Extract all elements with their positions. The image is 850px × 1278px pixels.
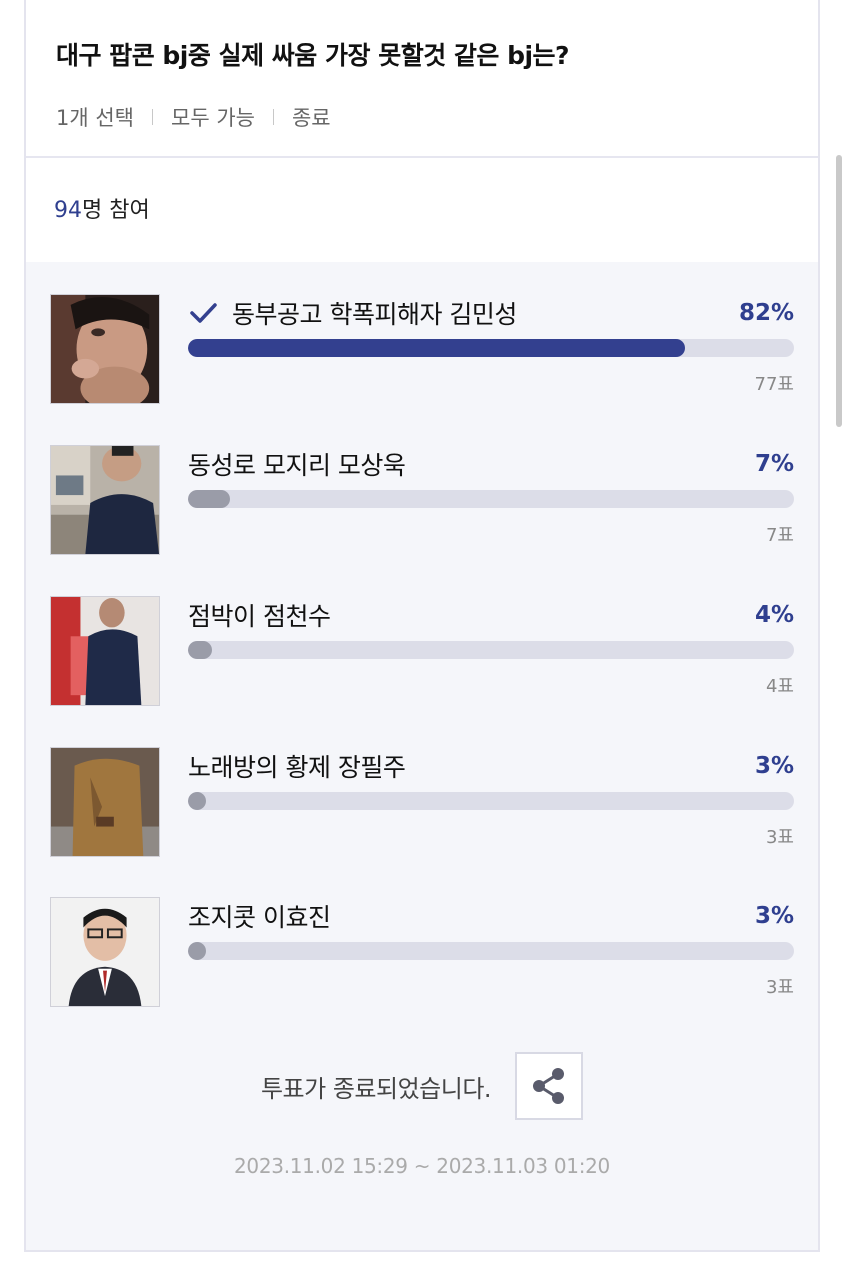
poll-results: 동부공고 학폭피해자 김민성 82% 77표 동성로 모지리 모상욱 7% 7표… [26, 262, 818, 1250]
poll-card: 대구 팝콘 bj중 실제 싸움 가장 못할것 같은 bj는? 1개 선택 모두 … [24, 0, 820, 1252]
poll-footer: 투표가 종료되었습니다. 2023.11.02 15:29 ~ 2023.11.… [26, 1052, 818, 1178]
option-bar-fill [188, 490, 231, 508]
participants-count: 94명 참여 [26, 158, 818, 258]
participants-number: 94 [54, 198, 82, 223]
option-label-row: 동성로 모지리 모상욱 7% [188, 447, 794, 481]
option-label: 동부공고 학폭피해자 김민성 [232, 300, 517, 329]
option-label-row: 노래방의 황제 장필주 3% [188, 749, 794, 783]
option-bar-track [188, 792, 794, 810]
option-label: 노래방의 황제 장필주 [188, 753, 406, 782]
option-bar-track [188, 339, 794, 357]
option-votes: 4표 [765, 676, 794, 697]
meta-divider [272, 109, 274, 125]
poll-title: 대구 팝콘 bj중 실제 싸움 가장 못할것 같은 bj는? [56, 41, 570, 70]
option-percent: 4% [754, 602, 794, 628]
poll-option[interactable]: 동성로 모지리 모상욱 7% 7표 [50, 445, 794, 557]
option-percent: 3% [754, 903, 794, 929]
poll-end-row: 투표가 종료되었습니다. [26, 1052, 818, 1120]
option-label-row: 동부공고 학폭피해자 김민성 82% [188, 296, 794, 330]
option-percent: 3% [754, 753, 794, 779]
option-votes: 3표 [765, 827, 794, 848]
option-thumbnail [50, 747, 160, 857]
option-bar-fill [188, 942, 207, 960]
option-label: 조지콧 이효진 [188, 903, 331, 932]
option-votes: 7표 [765, 525, 794, 546]
poll-option[interactable]: 점박이 점천수 4% 4표 [50, 596, 794, 708]
meta-status: 종료 [291, 106, 331, 130]
option-percent: 7% [754, 451, 794, 477]
poll-meta: 1개 선택 모두 가능 종료 [56, 102, 788, 132]
option-votes: 77표 [754, 374, 794, 395]
option-bar-fill [188, 339, 685, 357]
option-bar-fill [188, 792, 207, 810]
meta-divider [152, 109, 153, 125]
option-label: 동성로 모지리 모상욱 [188, 451, 406, 480]
meta-select-count: 1개 선택 [56, 106, 134, 130]
option-label-row: 조지콧 이효진 3% [188, 899, 794, 933]
option-bar-track [188, 942, 794, 960]
option-thumbnail [50, 596, 160, 706]
poll-date-range: 2023.11.02 15:29 ~ 2023.11.03 01:20 [234, 1154, 610, 1178]
option-label: 점박이 점천수 [188, 602, 331, 631]
participants-suffix: 명 참여 [82, 198, 150, 223]
poll-option[interactable]: 노래방의 황제 장필주 3% 3표 [50, 747, 794, 859]
share-icon [533, 1068, 565, 1104]
check-icon [190, 303, 217, 323]
poll-header: 대구 팝콘 bj중 실제 싸움 가장 못할것 같은 bj는? 1개 선택 모두 … [26, 0, 818, 158]
poll-option[interactable]: 조지콧 이효진 3% 3표 [50, 897, 794, 1009]
share-button[interactable] [515, 1052, 584, 1120]
option-thumbnail [50, 897, 160, 1007]
meta-availability: 모두 가능 [171, 106, 255, 130]
poll-option[interactable]: 동부공고 학폭피해자 김민성 82% 77표 [50, 294, 794, 406]
option-thumbnail [50, 445, 160, 555]
scrollbar[interactable] [836, 155, 842, 427]
option-percent: 82% [738, 300, 794, 326]
option-bar-track [188, 641, 794, 659]
option-label-row: 점박이 점천수 4% [188, 598, 794, 632]
option-bar-track [188, 490, 794, 508]
option-bar-fill [188, 641, 213, 659]
option-votes: 3표 [765, 977, 794, 998]
poll-ended-text: 투표가 종료되었습니다. [260, 1074, 492, 1103]
option-thumbnail [50, 294, 160, 404]
